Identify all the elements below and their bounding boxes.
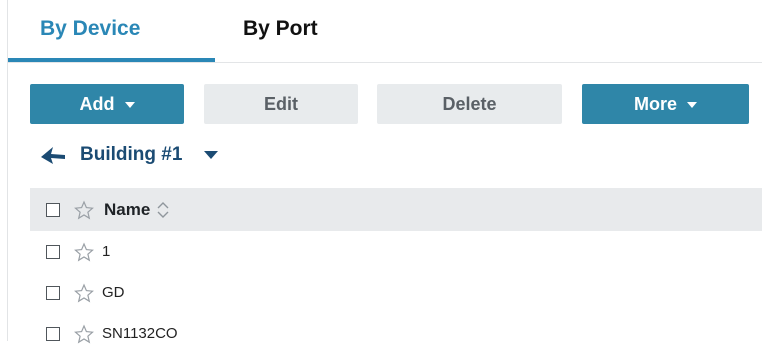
star-icon[interactable] [74, 199, 94, 220]
delete-button[interactable]: Delete [377, 84, 562, 124]
device-name[interactable]: 1 [102, 243, 110, 260]
tab-by-device[interactable]: By Device [40, 17, 140, 41]
caret-down-icon[interactable] [204, 151, 219, 159]
tab-by-port[interactable]: By Port [243, 17, 318, 41]
breadcrumb-label: Building #1 [80, 144, 183, 165]
delete-button-label: Delete [442, 94, 497, 114]
more-button-label: More [633, 94, 677, 114]
table-row[interactable]: SN1132CO [30, 313, 762, 354]
chevron-down-icon [687, 102, 697, 109]
table-header: Name [30, 188, 762, 231]
location-breadcrumb[interactable]: Building #1 [40, 143, 219, 167]
star-icon[interactable] [74, 241, 94, 262]
active-tab-indicator [8, 58, 215, 62]
name-column-header[interactable]: Name [104, 200, 150, 220]
row-checkbox[interactable] [46, 326, 60, 341]
device-name[interactable]: GD [102, 284, 125, 301]
add-button[interactable]: Add [30, 84, 184, 124]
device-name[interactable]: SN1132CO [102, 325, 178, 342]
star-icon[interactable] [74, 282, 94, 303]
add-button-label: Add [79, 94, 115, 114]
edit-button-label: Edit [264, 94, 298, 114]
view-tabs: By Device By Port [8, 0, 762, 63]
device-table: Name 1 GD SN1132CO [30, 188, 762, 354]
chevron-down-icon [124, 102, 135, 109]
row-checkbox[interactable] [46, 244, 60, 259]
edit-button[interactable]: Edit [204, 84, 358, 124]
row-checkbox[interactable] [46, 285, 60, 300]
select-all-checkbox[interactable] [46, 202, 60, 217]
more-button[interactable]: More [582, 84, 749, 124]
back-arrow-icon[interactable] [40, 145, 66, 165]
sort-icon[interactable] [156, 200, 170, 220]
table-row[interactable]: GD [30, 272, 762, 313]
table-row[interactable]: 1 [30, 231, 762, 272]
